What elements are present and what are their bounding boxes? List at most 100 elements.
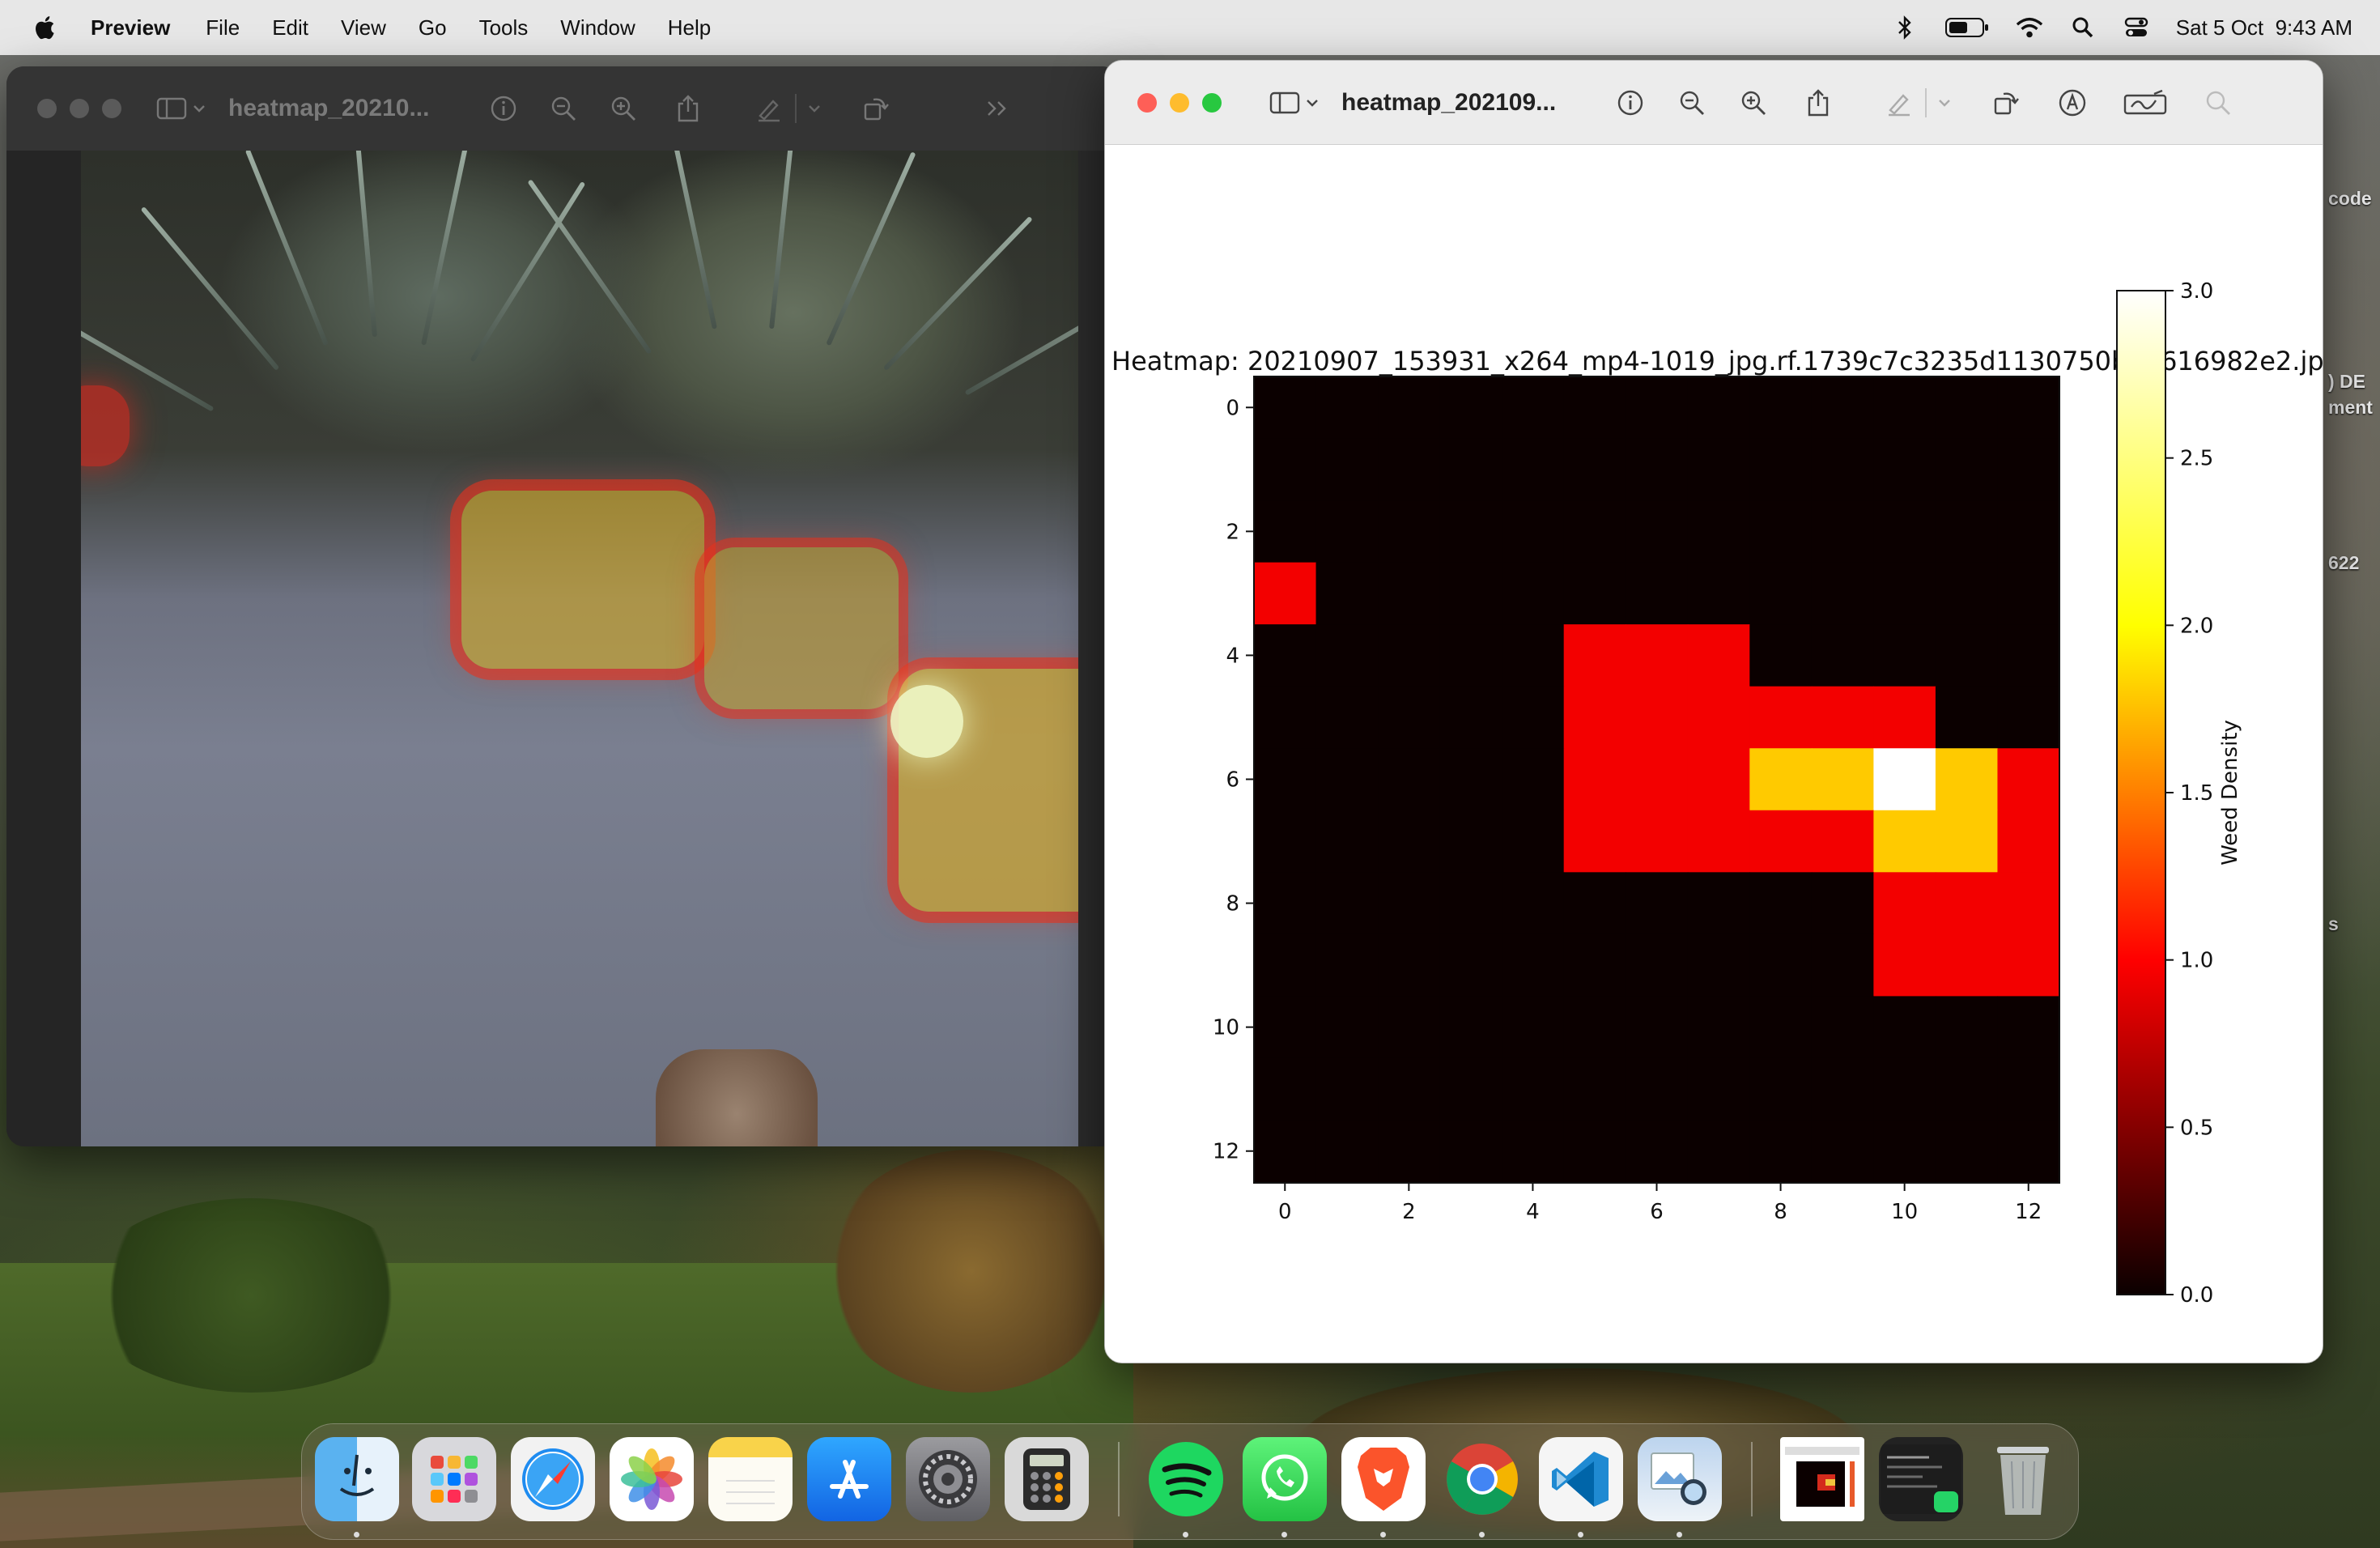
highlight-pen-icon[interactable] (751, 91, 787, 126)
menu-edit[interactable]: Edit (272, 15, 308, 40)
battery-icon[interactable] (1944, 14, 1990, 41)
terminal-window-thumb[interactable] (1879, 1437, 1963, 1521)
heatmap-overlay-hotspot (890, 685, 963, 758)
menu-go[interactable]: Go (419, 15, 447, 40)
heatmap-cell (1873, 500, 1936, 563)
sidebar-toggle-icon[interactable] (1267, 85, 1303, 121)
heatmap-cell (1378, 872, 1441, 935)
heatmap-cell (1749, 810, 1813, 873)
apple-menu-icon[interactable] (32, 14, 60, 41)
heatmap-cell (1563, 933, 1626, 997)
chevron-down-icon[interactable] (805, 91, 824, 126)
preview-window-background[interactable]: heatmap_20210... (6, 66, 1120, 1146)
x-axis: 0 2 4 6 8 10 12 (1278, 1183, 2042, 1224)
running-indicator (1479, 1532, 1485, 1537)
grass-blade (669, 151, 717, 330)
vscode-icon[interactable] (1539, 1437, 1623, 1521)
zoom-button[interactable] (1202, 92, 1222, 113)
heatmap-cell (1626, 1057, 1689, 1121)
safari-icon[interactable] (511, 1437, 595, 1521)
heatmap-cell (1254, 810, 1317, 873)
chrome-icon[interactable] (1440, 1437, 1524, 1521)
window-toolbar: heatmap_20210... (6, 66, 1120, 151)
heatmap-cell (1315, 1057, 1379, 1121)
heatmap-cell (1997, 376, 2060, 440)
share-icon[interactable] (670, 91, 706, 126)
heatmap-cell (1687, 562, 1750, 625)
brave-icon[interactable] (1341, 1437, 1426, 1521)
minimize-button[interactable] (70, 99, 89, 118)
zoom-in-icon[interactable] (606, 91, 641, 126)
grass-blade (470, 181, 586, 363)
zoom-in-icon[interactable] (1736, 85, 1771, 121)
system-settings-icon[interactable] (906, 1437, 990, 1521)
heatmap-cell (1811, 748, 1874, 811)
finder-icon[interactable] (315, 1437, 399, 1521)
search-icon[interactable] (2200, 85, 2236, 121)
menu-window[interactable]: Window (560, 15, 635, 40)
heatmap-cell (1749, 686, 1813, 749)
bluetooth-icon[interactable] (1891, 14, 1919, 41)
heatmap-cell (1563, 624, 1626, 687)
heatmap-cell (1811, 686, 1874, 749)
rotate-icon[interactable] (858, 91, 894, 126)
markup-icon[interactable] (2055, 85, 2090, 121)
trash-icon[interactable] (1981, 1437, 2065, 1521)
heatmap-cell (1378, 996, 1441, 1059)
control-center-icon[interactable] (2123, 14, 2150, 41)
info-icon[interactable] (486, 91, 521, 126)
zoom-button[interactable] (102, 99, 121, 118)
heatmap-cell (1935, 810, 1999, 873)
heatmap-cell (1315, 376, 1379, 440)
heatmap-cell (1873, 376, 1936, 440)
chevron-down-icon[interactable] (1935, 85, 1954, 121)
y-tick-label: 8 (1226, 892, 1239, 916)
close-button[interactable] (1137, 92, 1157, 113)
more-toolbar-items-icon[interactable] (980, 91, 1015, 126)
rotate-icon[interactable] (1988, 85, 2024, 121)
sidebar-toggle-icon[interactable] (154, 91, 189, 126)
heatmap-cell (1811, 872, 1874, 935)
menu-tools[interactable]: Tools (479, 15, 529, 40)
minimize-button[interactable] (1170, 92, 1189, 113)
desktop-label: 622 (2328, 552, 2360, 573)
heatmap-cell (1439, 376, 1502, 440)
heatmap-cell (1439, 686, 1502, 749)
menubar-clock[interactable]: Sat 5 Oct 9:43 AM (2176, 15, 2352, 40)
heatmap-window-thumb[interactable] (1780, 1437, 1864, 1521)
chevron-down-icon[interactable] (189, 91, 209, 126)
heatmap-cell (1873, 810, 1936, 873)
menu-view[interactable]: View (341, 15, 386, 40)
photos-icon[interactable] (610, 1437, 694, 1521)
app-store-icon[interactable] (807, 1437, 891, 1521)
spotlight-search-icon[interactable] (2069, 14, 2097, 41)
heatmap-cell (1563, 438, 1626, 501)
chevron-down-icon[interactable] (1303, 85, 1322, 121)
close-button[interactable] (37, 99, 57, 118)
calculator-icon[interactable] (1005, 1437, 1089, 1521)
share-icon[interactable] (1800, 85, 1836, 121)
highlight-pen-icon[interactable] (1881, 85, 1917, 121)
wifi-icon[interactable] (2016, 14, 2043, 41)
zoom-out-icon[interactable] (1674, 85, 1710, 121)
heatmap-cell (1254, 438, 1317, 501)
spotify-icon[interactable] (1144, 1437, 1228, 1521)
whatsapp-icon[interactable] (1243, 1437, 1327, 1521)
preview-window-front[interactable]: heatmap_202109... Heatmap: 20210907_1539… (1104, 60, 2323, 1363)
preview-icon[interactable] (1638, 1437, 1722, 1521)
heatmap-cell (1626, 872, 1689, 935)
notes-icon[interactable] (708, 1437, 793, 1521)
info-icon[interactable] (1613, 85, 1648, 121)
heatmap-figure: Heatmap: 20210907_153931_x264_mp4-1019_j… (1105, 145, 2323, 1363)
heatmap-cell (1378, 438, 1441, 501)
heatmap-cell (1687, 872, 1750, 935)
signature-icon[interactable] (2123, 85, 2168, 121)
heatmap-cell (1378, 1057, 1441, 1121)
menu-help[interactable]: Help (668, 15, 711, 40)
launchpad-icon[interactable] (412, 1437, 496, 1521)
heatmap-cell (1997, 933, 2060, 997)
menu-app-name[interactable]: Preview (91, 15, 170, 40)
menu-file[interactable]: File (206, 15, 240, 40)
zoom-out-icon[interactable] (546, 91, 581, 126)
grass-blade (421, 151, 470, 346)
